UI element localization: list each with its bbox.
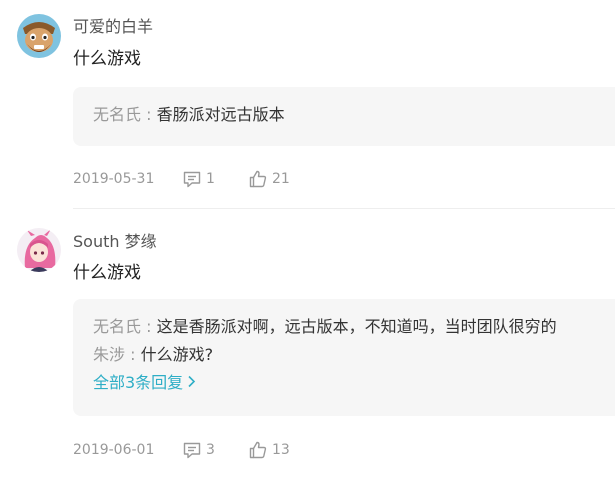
comment-date: 2019-05-31: [73, 171, 155, 187]
thumbs-up-icon: [249, 441, 267, 459]
like-count: 21: [272, 171, 290, 187]
divider: [73, 208, 615, 209]
reply-text: 什么游戏?: [140, 345, 214, 364]
clash-character-avatar-icon: [17, 14, 61, 58]
reply-count: 1: [206, 171, 215, 187]
comment-bubble-icon: [183, 442, 201, 459]
reply-separator: :: [141, 105, 157, 124]
reply-text: 香肠派对远古版本: [156, 105, 285, 124]
comment-bubble-icon: [183, 171, 201, 188]
user-avatar[interactable]: [17, 14, 61, 58]
reply-box: 无名氏 : 香肠派对远古版本: [73, 87, 615, 146]
view-all-label: 全部3条回复: [93, 373, 184, 392]
reply-item: 无名氏 : 香肠派对远古版本: [93, 104, 285, 126]
comment-text: 什么游戏: [73, 49, 141, 69]
reply-separator: :: [125, 345, 141, 364]
like-count: 13: [272, 442, 290, 458]
username[interactable]: South 梦缘: [73, 232, 157, 252]
reply-item: 无名氏 : 这是香肠派对啊，远古版本，不知道吗，当时团队很穷的: [93, 316, 557, 338]
chevron-right-icon: [187, 372, 196, 394]
thumbs-up-icon: [249, 170, 267, 188]
comment-list: 可爱的白羊 什么游戏 无名氏 : 香肠派对远古版本 2019-05-31 1 2…: [0, 0, 615, 477]
comment-text: 什么游戏: [73, 263, 141, 283]
reply-author[interactable]: 无名氏: [93, 317, 141, 336]
username[interactable]: 可爱的白羊: [73, 17, 153, 37]
reply-separator: :: [141, 317, 157, 336]
reply-author[interactable]: 无名氏: [93, 105, 141, 124]
reply-author[interactable]: 朱涉: [93, 345, 125, 364]
reply-box: 无名氏 : 这是香肠派对啊，远古版本，不知道吗，当时团队很穷的 朱涉 : 什么游…: [73, 299, 615, 416]
anime-character-avatar-icon: [17, 228, 61, 272]
user-avatar[interactable]: [17, 228, 61, 272]
comment-date: 2019-06-01: [73, 442, 155, 458]
reply-item: 朱涉 : 什么游戏?: [93, 344, 213, 366]
reply-text: 这是香肠派对啊，远古版本，不知道吗，当时团队很穷的: [156, 317, 557, 336]
reply-count: 3: [206, 442, 215, 458]
view-all-replies-link[interactable]: 全部3条回复: [93, 372, 196, 394]
